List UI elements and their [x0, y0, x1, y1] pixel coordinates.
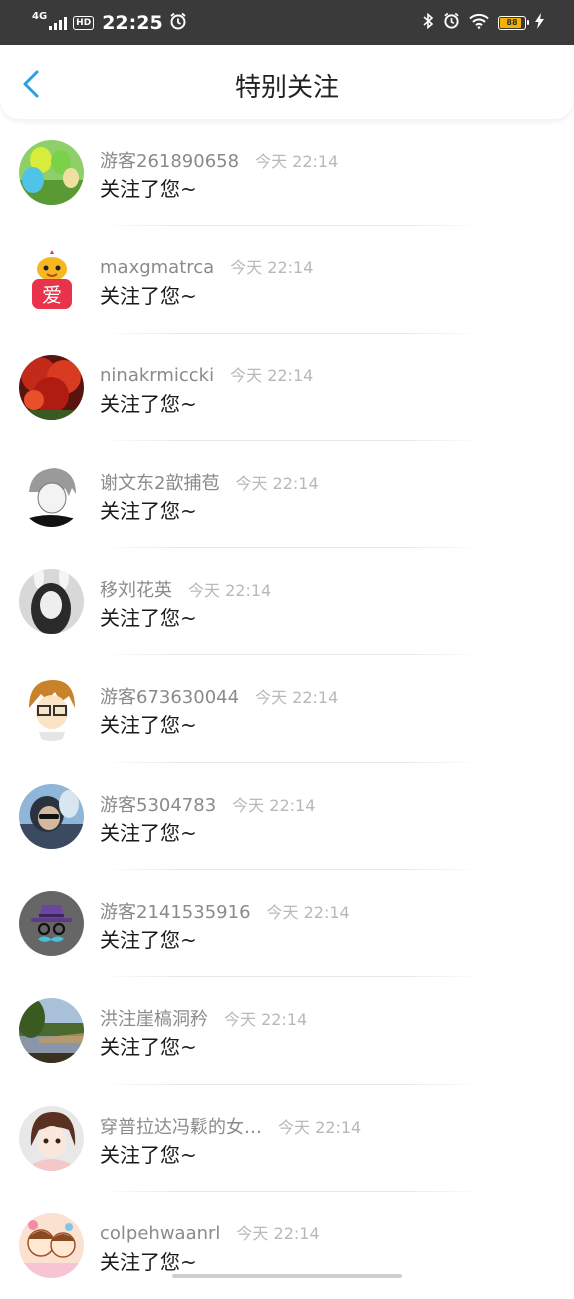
hd-badge: HD	[73, 15, 95, 30]
user-name[interactable]: colpehwaanrl	[100, 1223, 220, 1244]
message-text: 关注了您~	[100, 391, 197, 416]
list-item[interactable]: ninakrmiccki 今天 22:14 关注了您~	[0, 334, 574, 441]
list-item[interactable]: 游客2141535916 今天 22:14 关注了您~	[0, 870, 574, 978]
follow-time: 今天 22:14	[266, 903, 350, 923]
cartoon-glasses-avatar[interactable]	[19, 676, 84, 742]
user-name[interactable]: maxgmatrca	[100, 257, 214, 278]
user-name[interactable]: 游客261890658	[100, 147, 239, 173]
follow-list: 游客261890658 今天 22:14 关注了您~ 爱 maxgmatrca 今天…	[0, 119, 574, 1299]
anime-girl-avatar[interactable]	[19, 1105, 84, 1171]
user-name[interactable]: 游客5304783	[100, 791, 216, 817]
follow-time: 今天 22:14	[230, 258, 314, 278]
message-text: 关注了您~	[100, 713, 197, 738]
status-bar: 4G HD 22:25 88	[0, 0, 574, 45]
network-type: 4G	[32, 11, 48, 22]
charging-icon	[535, 12, 544, 33]
list-item[interactable]: 游客261890658 今天 22:14 关注了您~	[0, 119, 574, 227]
list-item[interactable]: 谢文东2歆捕苞 今天 22:14 关注了您~	[0, 441, 574, 549]
girl-bunny-ears-avatar[interactable]	[19, 569, 84, 635]
follow-time: 今天 22:14	[230, 365, 314, 385]
status-time: 22:25	[102, 11, 163, 34]
alarm-icon	[169, 12, 187, 34]
message-text: 关注了您~	[100, 177, 197, 201]
alarm-icon	[443, 12, 460, 33]
user-name[interactable]: 穿普拉达冯鬏的女…	[100, 1113, 262, 1139]
list-item[interactable]: 穿普拉达冯鬏的女… 今天 22:14 关注了您~	[0, 1085, 574, 1192]
bluetooth-icon	[422, 12, 434, 34]
message-text: 关注了您~	[100, 1142, 197, 1167]
sunglasses-man-avatar[interactable]	[19, 783, 84, 849]
user-name[interactable]: 洪注崖槁洞矜	[100, 1005, 208, 1031]
list-item[interactable]: 洪注崖槁洞矜 今天 22:14 关注了您~	[0, 977, 574, 1085]
user-name[interactable]: 谢文东2歆捕苞	[100, 469, 219, 495]
svg-text:爱: 爱	[42, 283, 62, 307]
message-text: 关注了您~	[100, 498, 197, 523]
follow-time: 今天 22:14	[255, 688, 339, 708]
follow-time: 今天 22:14	[188, 581, 272, 601]
list-item[interactable]: 游客673630044 今天 22:14 关注了您~	[0, 655, 574, 763]
battery-percent: 88	[506, 17, 518, 27]
follow-time: 今天 22:14	[236, 1223, 320, 1243]
list-item[interactable]: 游客5304783 今天 22:14 关注了您~	[0, 763, 574, 871]
love-character-avatar[interactable]: 爱	[19, 247, 84, 313]
red-tree-avatar[interactable]	[19, 354, 84, 420]
message-text: 关注了您~	[100, 820, 197, 845]
user-name[interactable]: ninakrmiccki	[100, 365, 214, 386]
signal-icon	[49, 16, 68, 30]
message-text: 关注了您~	[100, 1249, 197, 1274]
follow-time: 今天 22:14	[232, 795, 316, 815]
follow-time: 今天 22:14	[255, 152, 339, 171]
message-text: 关注了您~	[100, 1035, 197, 1060]
user-name[interactable]: 游客673630044	[100, 683, 239, 709]
list-item[interactable]: colpehwaanrl 今天 22:14 关注了您~	[0, 1192, 574, 1299]
page-title: 特别关注	[234, 73, 339, 103]
message-text: 关注了您~	[100, 606, 197, 631]
list-item[interactable]: 移刘花英 今天 22:14 关注了您~	[0, 548, 574, 656]
hat-mustache-avatar[interactable]	[19, 891, 84, 957]
user-name[interactable]: 移刘花英	[100, 576, 172, 602]
battery-icon: 88	[498, 15, 529, 30]
follow-time: 今天 22:14	[278, 1117, 362, 1137]
wifi-icon	[469, 13, 489, 33]
user-name[interactable]: 游客2141535916	[100, 898, 251, 924]
home-indicator[interactable]	[172, 1274, 402, 1278]
anime-boy-avatar[interactable]	[19, 461, 84, 527]
message-text: 关注了您~	[100, 284, 197, 309]
navigation-bar: 特别关注	[0, 45, 574, 119]
message-text: 关注了您~	[100, 928, 197, 953]
cute-cartoon-avatar[interactable]	[19, 1212, 84, 1278]
follow-time: 今天 22:14	[224, 1010, 308, 1030]
lake-landscape-avatar[interactable]	[19, 998, 84, 1064]
balloons-avatar[interactable]	[19, 140, 84, 205]
follow-time: 今天 22:14	[235, 473, 319, 493]
list-item[interactable]: 爱 maxgmatrca 今天 22:14 关注了您~	[0, 226, 574, 334]
